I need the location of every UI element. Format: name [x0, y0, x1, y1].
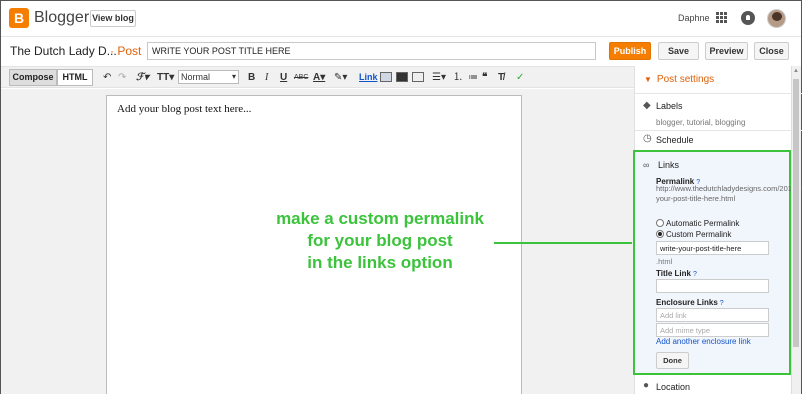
bulleted-list-icon[interactable]: ≔: [468, 71, 478, 84]
compose-tab[interactable]: Compose: [9, 69, 57, 86]
post-settings-heading[interactable]: ▼ Post settings: [644, 74, 714, 85]
view-blog-button[interactable]: View blog: [90, 10, 136, 27]
remove-formatting-icon[interactable]: T̸: [498, 71, 504, 84]
brand-name: Blogger: [34, 9, 90, 26]
automatic-permalink-radio[interactable]: Automatic Permalink: [656, 219, 739, 228]
links-panel: ∞ Links Permalink? http://www.thedutchla…: [633, 150, 802, 375]
custom-permalink-input[interactable]: [656, 241, 769, 255]
close-button[interactable]: Close: [754, 42, 789, 60]
done-button[interactable]: Done: [656, 352, 689, 369]
post-body-text[interactable]: Add your blog post text here...: [117, 103, 251, 115]
help-link[interactable]: ?: [720, 300, 724, 307]
link-button[interactable]: Link: [359, 71, 378, 84]
scroll-up-arrow-icon[interactable]: ▲: [793, 68, 799, 74]
blog-name[interactable]: The Dutch Lady D...: [10, 44, 117, 58]
post-title-input[interactable]: [147, 42, 596, 60]
undo-icon[interactable]: ↶: [103, 71, 111, 84]
help-link[interactable]: ?: [693, 271, 697, 278]
strikethrough-icon[interactable]: ABC: [294, 71, 308, 84]
italic-icon[interactable]: I: [265, 71, 268, 84]
annotation-line: for your blog post: [307, 231, 453, 250]
permalink-suffix: .html: [656, 257, 673, 266]
numbered-list-icon[interactable]: ⒈: [453, 71, 463, 84]
notifications-bell-icon[interactable]: [741, 11, 755, 25]
location-pin-icon: ●: [643, 380, 650, 391]
font-family-icon[interactable]: ℱ▾: [136, 71, 149, 84]
bold-icon[interactable]: B: [248, 71, 255, 84]
divider: [635, 93, 802, 94]
annotation-connector-line: [494, 242, 632, 244]
text-color-icon[interactable]: A▾: [313, 71, 325, 84]
location-section-label[interactable]: Location: [656, 382, 690, 392]
top-bar: B Blogger View blog Daphne: [1, 1, 801, 37]
collapse-triangle-icon: ▼: [644, 75, 652, 84]
link-chain-icon: ∞: [643, 160, 650, 170]
custom-permalink-radio[interactable]: Custom Permalink: [656, 230, 731, 239]
schedule-section-label[interactable]: Schedule: [656, 135, 694, 145]
blogger-logo-icon[interactable]: B: [9, 8, 29, 28]
enclosure-links-heading: Enclosure Links?: [656, 298, 724, 307]
permalink-url: http://www.thedutchladydesigns.com/2015/…: [656, 184, 802, 203]
redo-icon[interactable]: ↷: [118, 71, 126, 84]
html-tab[interactable]: HTML: [57, 69, 93, 86]
radio-checked-icon[interactable]: [656, 230, 664, 238]
quote-icon[interactable]: ❝: [482, 71, 487, 84]
clock-icon: ◷: [643, 133, 652, 144]
save-button[interactable]: Save: [658, 42, 699, 60]
scrollbar-thumb[interactable]: [793, 79, 799, 347]
links-section-label[interactable]: Links: [658, 160, 679, 170]
editor-toolbar: Compose HTML ↶ ↷ ℱ▾ ТT▾ Normal B I U ABC…: [1, 66, 634, 88]
annotation-line: make a custom permalink: [276, 209, 484, 228]
avatar[interactable]: [767, 9, 786, 28]
annotation-callout: make a custom permalink for your blog po…: [269, 208, 491, 274]
enclosure-link-input[interactable]: [656, 308, 769, 322]
mime-type-input[interactable]: [656, 323, 769, 337]
publish-button[interactable]: Publish: [609, 42, 651, 60]
highlight-color-icon[interactable]: ✎▾: [334, 71, 347, 84]
format-select[interactable]: Normal: [178, 70, 239, 84]
insert-video-icon[interactable]: [396, 72, 408, 82]
labels-section-label[interactable]: Labels: [656, 101, 683, 111]
post-breadcrumb: · Post: [110, 44, 142, 58]
font-size-icon[interactable]: ТT▾: [157, 71, 174, 84]
spellcheck-icon[interactable]: ✓: [516, 71, 524, 84]
preview-button[interactable]: Preview: [705, 42, 748, 60]
radio-circle-icon[interactable]: [656, 219, 664, 227]
title-link-input[interactable]: [656, 279, 769, 293]
align-icon[interactable]: ☰▾: [432, 71, 446, 84]
annotation-line: in the links option: [307, 253, 453, 272]
insert-image-icon[interactable]: [380, 72, 392, 82]
insert-jump-break-icon[interactable]: [412, 72, 424, 82]
add-enclosure-link[interactable]: Add another enclosure link: [656, 337, 751, 346]
title-link-heading: Title Link?: [656, 269, 697, 278]
post-title-bar: The Dutch Lady D... · Post Publish Save …: [1, 38, 801, 66]
label-tag-icon: ◆: [643, 100, 651, 111]
username[interactable]: Daphne: [678, 13, 710, 23]
labels-value: blogger, tutorial, blogging: [656, 118, 746, 127]
underline-icon[interactable]: U: [280, 71, 287, 84]
divider: [635, 130, 802, 131]
apps-grid-icon[interactable]: [716, 12, 728, 24]
